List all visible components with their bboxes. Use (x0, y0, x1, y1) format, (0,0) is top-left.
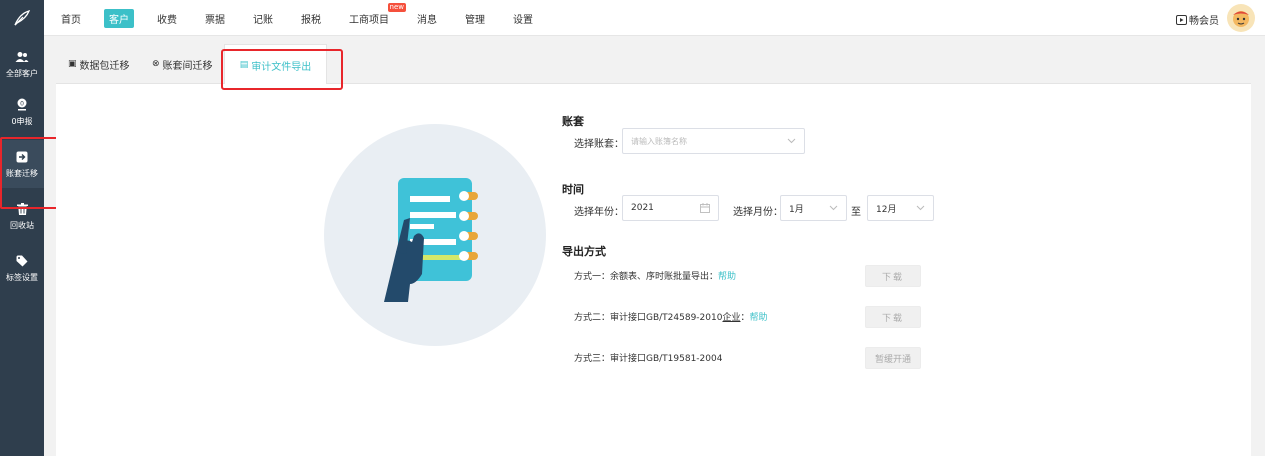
avatar[interactable] (1227, 4, 1255, 32)
year-value: 2021 (631, 203, 654, 213)
file-icon: ▤ (239, 60, 249, 70)
export-panel: 账套 选择账套： 请输入账簿名称 时间 选择年份： 2021 选择月份： 1月 … (56, 84, 1251, 456)
export-method-3: 方式三：审计接口GB/T19581-2004 (574, 351, 722, 364)
package-icon: ▣ (68, 59, 77, 69)
sidebar-item-label: 全部客户 (6, 68, 38, 78)
ledger-select[interactable]: 请输入账簿名称 (622, 128, 805, 154)
export-method-1: 方式一：余额表、序时账批量导出：帮助 (574, 269, 736, 282)
nav-item-home[interactable]: 首页 (56, 9, 86, 28)
method-text: 方式一：余额表、序时账批量导出： (574, 272, 719, 282)
nav-item-bills[interactable]: 票据 (200, 9, 230, 28)
users-icon (15, 50, 29, 64)
member-label: 畅会员 (1189, 16, 1219, 27)
sidebar-item-all-customers[interactable]: 全部客户 (0, 40, 44, 88)
month-to-value: 12月 (876, 204, 897, 215)
tag-icon (16, 254, 28, 268)
sidebar-item-ledger-migration[interactable]: 账套迁移 (0, 140, 44, 188)
ledger-section-title: 账套 (562, 115, 584, 128)
export-section-title: 导出方式 (562, 245, 606, 258)
tab-label: 账套间迁移 (162, 60, 213, 72)
nav-item-messages[interactable]: 消息 (412, 9, 442, 28)
tab-bar: ▣ 数据包迁移 ⊗ 账套间迁移 ▤ 审计文件导出 (56, 44, 1251, 85)
new-badge: new (387, 2, 406, 12)
sidebar-item-label: 标签设置 (6, 272, 38, 282)
time-section-title: 时间 (562, 183, 584, 196)
notebook-illustration-icon (384, 178, 478, 302)
nav-item-customers[interactable]: 客户 (104, 8, 134, 28)
sidebar-item-zero-declare[interactable]: 0 0申报 (0, 88, 44, 136)
nav-item-manage[interactable]: 管理 (460, 9, 490, 28)
method-underline-text: 企业 (722, 313, 741, 323)
method-suffix: ： (740, 313, 750, 323)
method-text: 方式三：审计接口GB/T19581-2004 (574, 354, 723, 364)
tab-label: 数据包迁移 (79, 60, 130, 72)
help-link[interactable]: 帮助 (750, 313, 768, 323)
chevron-down-icon (829, 203, 838, 215)
play-icon (1176, 14, 1187, 25)
tab-audit-file-export[interactable]: ▤ 审计文件导出 (224, 44, 327, 85)
migrate-icon (16, 150, 28, 164)
sidebar-item-recycle-bin[interactable]: 回收站 (0, 192, 44, 240)
sidebar-item-label: 0申报 (11, 116, 33, 126)
trash-icon (16, 202, 28, 216)
nav-item-business-projects[interactable]: 工商项目 new (344, 2, 406, 28)
nav-item-fees[interactable]: 收费 (152, 9, 182, 28)
feather-logo-icon (14, 10, 31, 26)
nav-item-label: 工商项目 (349, 14, 389, 26)
top-nav: 首页 客户 收费 票据 记账 报税 工商项目 new 消息 管理 设置 (44, 0, 544, 36)
month-label: 选择月份： (733, 207, 783, 218)
month-from-value: 1月 (789, 204, 804, 215)
help-link[interactable]: 帮助 (718, 272, 736, 282)
ledger-placeholder: 请输入账簿名称 (631, 136, 687, 146)
month-from-select[interactable]: 1月 (780, 195, 847, 221)
zero-declare-icon: 0 (16, 98, 28, 112)
sidebar-item-label: 账套迁移 (6, 168, 38, 178)
calendar-icon (700, 203, 710, 216)
svg-text:0: 0 (20, 100, 24, 107)
main-content: ▣ 数据包迁移 ⊗ 账套间迁移 ▤ 审计文件导出 账套 选择账套： 请输入账簿名… (56, 44, 1251, 456)
suspended-button[interactable]: 暂缓开通 (865, 347, 921, 369)
download-button-1[interactable]: 下载 (865, 265, 921, 287)
mascot-avatar-icon (1233, 11, 1249, 27)
app-logo[interactable] (0, 0, 44, 36)
nav-item-bookkeeping[interactable]: 记账 (248, 9, 278, 28)
chevron-down-icon (787, 136, 796, 148)
export-method-2: 方式二：审计接口GB/T24589-2010企业：帮助 (574, 310, 768, 323)
nav-item-settings[interactable]: 设置 (508, 9, 538, 28)
nav-item-tax[interactable]: 报税 (296, 9, 326, 28)
month-range-separator: 至 (851, 207, 861, 218)
sidebar-item-tag-settings[interactable]: 标签设置 (0, 244, 44, 292)
tab-label: 审计文件导出 (251, 61, 312, 73)
transfer-icon: ⊗ (152, 59, 160, 69)
tab-ledger-transfer[interactable]: ⊗ 账套间迁移 (152, 44, 213, 84)
sidebar: 全部客户 0 0申报 账套迁移 回收站 标签设置 (0, 36, 44, 456)
top-bar: 首页 客户 收费 票据 记账 报税 工商项目 new 消息 管理 设置 畅会员 (0, 0, 1265, 36)
ledger-label: 选择账套： (574, 139, 624, 150)
illustration (324, 124, 546, 346)
member-link[interactable]: 畅会员 (1176, 12, 1219, 27)
chevron-down-icon (916, 203, 925, 215)
download-button-2[interactable]: 下载 (865, 306, 921, 328)
sidebar-item-label: 回收站 (10, 220, 34, 230)
month-to-select[interactable]: 12月 (867, 195, 934, 221)
method-text: 方式二：审计接口GB/T24589-2010 (574, 313, 723, 323)
year-label: 选择年份： (574, 207, 624, 218)
year-picker[interactable]: 2021 (622, 195, 719, 221)
tab-data-package-migration[interactable]: ▣ 数据包迁移 (68, 44, 130, 84)
